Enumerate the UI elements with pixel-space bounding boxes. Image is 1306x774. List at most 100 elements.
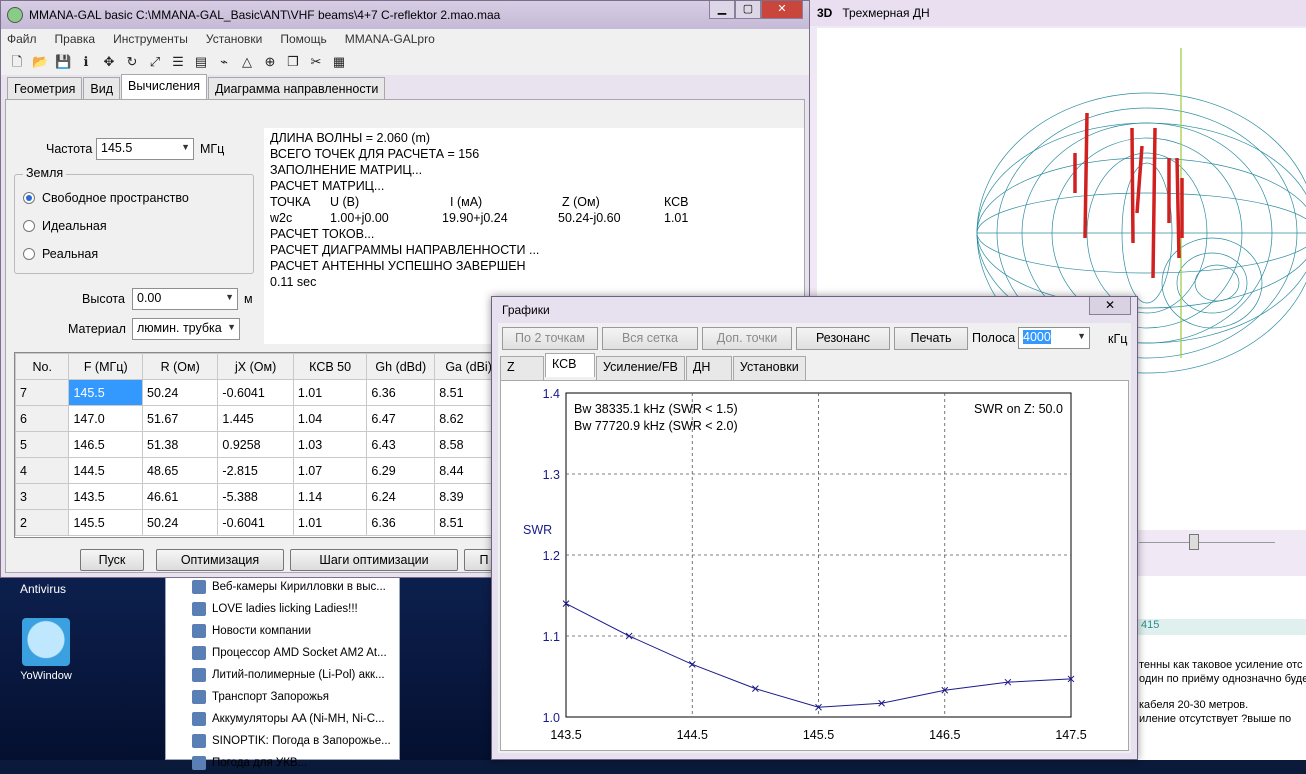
material-combo[interactable]: люмин. трубка ▼ [132,318,240,340]
resonance-button[interactable]: Резонанс [796,327,890,350]
rotate-icon[interactable]: ↻ [124,54,140,70]
list-item[interactable]: SINOPTIK: Погода в Запорожье... [166,730,399,752]
menu-tools[interactable]: Инструменты [113,32,188,46]
move-icon[interactable]: ✥ [101,54,117,70]
freq-combo[interactable]: 145.5 ▼ [96,138,194,160]
list-item[interactable]: Процессор AMD Socket AM2 At... [166,642,399,664]
list-item[interactable]: Транспорт Запорожья [166,686,399,708]
log-line: ВСЕГО ТОЧЕК ДЛЯ РАСЧЕТА = 156 [270,147,480,161]
window-3d-titlebar[interactable]: 3D Трехмерная ДН [809,0,1306,26]
menu-settings[interactable]: Установки [206,32,262,46]
radio-real[interactable]: Реальная [23,247,98,261]
browser-jumplist: Веб-камеры Кирилловки в выс... LOVE ladi… [165,575,400,770]
graph-titlebar[interactable]: Графики [492,297,1137,323]
calculator-icon[interactable]: ▦ [331,54,347,70]
triangle-icon[interactable]: △ [239,54,255,70]
copy-icon[interactable]: ❐ [285,54,301,70]
web-text-line: кабеля 20-30 метров. [1139,699,1249,711]
height-combo[interactable]: 0.00 ▼ [132,288,238,310]
x-tick-label: 146.5 [929,728,960,742]
tab-calculations[interactable]: Вычисления [121,74,207,100]
table-row[interactable]: 4 144.5 48.65 -2.815 1.07 6.29 8.44 [15,457,503,484]
col-freq[interactable]: F (МГц) [68,353,143,380]
list-item[interactable]: Литий-полимерные (Li-Pol) акк... [166,664,399,686]
two-points-button[interactable]: По 2 точкам [502,327,598,350]
save-icon[interactable]: 💾 [55,54,71,70]
document-icon[interactable]: ▤ [193,54,209,70]
3d-title-tag: 3D [817,6,833,20]
menu-help[interactable]: Помощь [280,32,326,46]
log-line: РАСЧЕТ МАТРИЦ... [270,179,385,193]
col-jx[interactable]: jX (Ом) [217,353,294,380]
list-item[interactable]: Аккумуляторы AA (Ni-MH, Ni-C... [166,708,399,730]
list-item[interactable]: Новости компании [166,620,399,642]
optimize-button[interactable]: Оптимизация [156,549,284,571]
table-row[interactable]: 6 147.0 51.67 1.445 1.04 6.47 8.62 [15,405,503,432]
chevron-down-icon: ▼ [181,142,190,152]
info-icon[interactable]: ℹ [78,54,94,70]
tab-pattern[interactable]: ДН [685,356,732,380]
menubar: Файл Правка Инструменты Установки Помощь… [1,29,809,49]
elements-icon[interactable]: ☰ [170,54,186,70]
new-file-icon[interactable]: 🗋 [9,54,25,70]
webcam-icon [192,580,206,594]
tools-icon[interactable]: ✂ [308,54,324,70]
menu-edit[interactable]: Правка [55,32,96,46]
yowindow-label: YoWindow [20,670,72,682]
main-titlebar[interactable]: MMANA-GAL basic C:\MMANA-GAL_Basic\ANT\V… [1,1,809,29]
band-combo[interactable]: 4000 ▼ [1018,327,1090,349]
target-icon[interactable]: ⊕ [262,54,278,70]
close-button[interactable]: ✕ [761,1,803,19]
minimize-button[interactable]: ▁ [709,1,735,19]
start-button[interactable]: Пуск [80,549,144,571]
list-item[interactable]: Веб-камеры Кирилловки в выс... [166,576,399,598]
swr-plot-area[interactable]: SWR Bw 38335.1 kHz (SWR < 1.5) Bw 77720.… [500,380,1129,751]
col-no[interactable]: No. [15,353,70,380]
graph-close-button[interactable]: ✕ [1089,297,1131,315]
app-icon [7,7,23,23]
radio-ideal[interactable]: Идеальная [23,219,107,233]
results-table[interactable]: No. F (МГц) R (Ом) jX (Ом) КСВ 50 Gh (dB… [14,352,504,538]
log-line: РАСЧЕТ ДИАГРАММЫ НАПРАВЛЕННОСТИ ... [270,243,540,257]
optimize-steps-button[interactable]: Шаги оптимизации [290,549,458,571]
height-unit: м [244,292,253,306]
yowindow-desktop-shortcut[interactable]: YoWindow [16,618,76,682]
site-icon [192,690,206,704]
col-swr[interactable]: КСВ 50 [292,353,368,380]
radio-free-space[interactable]: Свободное пространство [23,191,189,205]
x-tick-label: 147.5 [1055,728,1086,742]
tab-settings[interactable]: Установки [732,356,806,380]
table-row[interactable]: 5 146.5 51.38 0.9258 1.03 6.43 8.58 [15,431,503,458]
extra-points-button[interactable]: Доп. точки [702,327,792,350]
desktop-label-antivirus[interactable]: Antivirus [20,582,66,596]
open-folder-icon[interactable]: 📂 [32,54,48,70]
print-button[interactable]: Печать [894,327,968,350]
col-r[interactable]: R (Ом) [141,353,219,380]
view-slider[interactable] [1139,534,1275,550]
freq-unit: МГц [200,142,225,156]
web-bar[interactable]: 415 [1135,619,1306,635]
toolbar: 🗋 📂 💾 ℹ ✥ ↻ ⤢ ☰ ▤ ⌁ △ ⊕ ❐ ✂ ▦ [1,49,809,75]
list-item[interactable]: LOVE ladies licking Ladies!!! [166,598,399,620]
table-row[interactable]: 3 143.5 46.61 -5.388 1.14 6.24 8.39 [15,483,503,510]
wire-icon[interactable]: ⌁ [216,54,232,70]
menu-pro[interactable]: MMANA-GALpro [345,32,435,46]
table-row[interactable]: 2 145.5 50.24 -0.6041 1.01 6.36 8.51 [15,509,503,536]
menu-file[interactable]: Файл [7,32,37,46]
table-row[interactable]: 7 145.5 50.24 -0.6041 1.01 6.36 8.51 [15,379,503,406]
tab-z[interactable]: Z [500,356,544,380]
col-gh[interactable]: Gh (dBd) [366,353,436,380]
list-item[interactable]: Погода для УКВ... [166,752,399,774]
tab-gain[interactable]: Усиление/FB [596,356,685,380]
log-line: ЗАПОЛНЕНИЕ МАТРИЦ... [270,163,423,177]
camera-icon [192,712,206,726]
material-label: Материал [68,322,126,336]
scale-icon[interactable]: ⤢ [147,54,163,70]
log-line: РАСЧЕТ АНТЕННЫ УСПЕШНО ЗАВЕРШЕН [270,259,526,273]
full-grid-button[interactable]: Вся сетка [602,327,698,350]
y-axis-label: SWR [523,523,552,537]
maximize-button[interactable]: ▢ [735,1,761,19]
tab-swr[interactable]: КСВ [545,353,595,377]
slider-knob[interactable] [1189,534,1199,550]
bw-2-0-text: Bw 77720.9 kHz (SWR < 2.0) [574,419,738,433]
